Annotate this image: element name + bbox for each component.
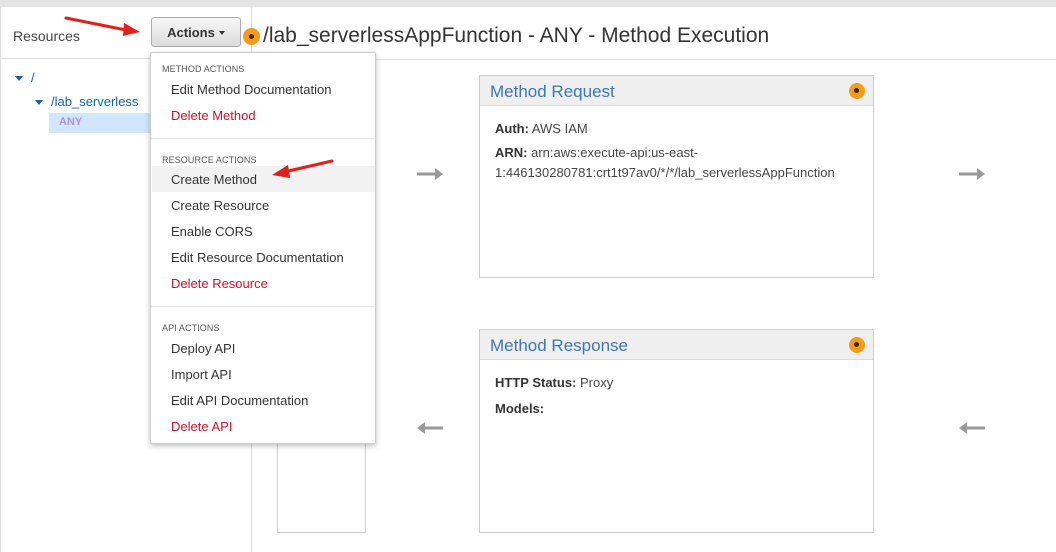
tree-method-label[interactable]: ANY (59, 116, 82, 128)
method-request-card[interactable]: Method Request Auth: AWS IAM ARN: arn:aw… (479, 75, 874, 278)
caret-down-icon[interactable] (35, 100, 43, 106)
menu-section-api-actions: API ACTIONS (162, 323, 220, 333)
menu-item-deploy-api[interactable]: Deploy API (171, 341, 235, 356)
http-status-key: HTTP Status: (495, 375, 577, 390)
arrow-left-icon (416, 421, 444, 435)
menu-item-edit-resource-documentation[interactable]: Edit Resource Documentation (171, 250, 344, 265)
arrow-left-icon (958, 421, 986, 435)
page-title: /lab_serverlessAppFunction - ANY - Metho… (263, 24, 770, 47)
menu-item-import-api[interactable]: Import API (171, 367, 232, 382)
menu-divider (151, 138, 375, 139)
auth-key: Auth: (495, 121, 529, 136)
menu-item-create-resource[interactable]: Create Resource (171, 198, 269, 213)
tree-item-root[interactable]: / (15, 70, 35, 85)
menu-section-method-actions: METHOD ACTIONS (162, 64, 245, 74)
http-status-value: Proxy (580, 375, 614, 390)
arn-value-line1: arn:aws:execute-api:us-east- (531, 145, 699, 160)
tree-resource-label[interactable]: /lab_serverless (51, 94, 138, 109)
client-box (277, 440, 366, 533)
resources-title: Resources (13, 28, 80, 44)
menu-item-delete-api[interactable]: Delete API (171, 419, 232, 434)
arn-row: ARN: arn:aws:execute-api:us-east- (495, 145, 698, 160)
arn-value-line2: 1:446130280781:crt1t97av0/*/*/lab_server… (495, 165, 835, 180)
menu-item-delete-resource[interactable]: Delete Resource (171, 276, 268, 291)
tree-root-label[interactable]: / (31, 70, 35, 85)
actions-button[interactable]: Actions (151, 17, 241, 47)
method-request-title[interactable]: Method Request (490, 82, 615, 102)
menu-item-delete-method[interactable]: Delete Method (171, 108, 256, 123)
method-response-header: Method Response (480, 330, 873, 360)
auth-value: AWS IAM (531, 121, 588, 136)
status-dot-icon (849, 337, 865, 353)
actions-button-label: Actions (167, 24, 215, 40)
caret-down-icon[interactable] (15, 76, 23, 82)
status-dot-icon (849, 83, 865, 99)
tree-item-lab-serverless[interactable]: /lab_serverless (35, 94, 138, 109)
http-status-row: HTTP Status: Proxy (495, 375, 613, 390)
menu-item-create-method[interactable]: Create Method (171, 172, 257, 187)
menu-item-edit-method-documentation[interactable]: Edit Method Documentation (171, 82, 331, 97)
arrow-right-icon (958, 167, 986, 181)
models-key: Models: (495, 401, 545, 416)
top-strip (0, 0, 1056, 7)
page-title-bar: /lab_serverlessAppFunction - ANY - Metho… (243, 24, 769, 48)
arn-row-cont: 1:446130280781:crt1t97av0/*/*/lab_server… (495, 165, 835, 180)
status-dot-icon (243, 27, 260, 45)
menu-divider (151, 306, 375, 307)
menu-section-resource-actions: RESOURCE ACTIONS (162, 155, 257, 165)
menu-item-enable-cors[interactable]: Enable CORS (171, 224, 253, 239)
method-response-card[interactable]: Method Response HTTP Status: Proxy Model… (479, 329, 874, 533)
auth-row: Auth: AWS IAM (495, 121, 588, 136)
chevron-down-icon (218, 31, 225, 35)
method-response-title[interactable]: Method Response (490, 336, 628, 356)
arrow-right-icon (416, 167, 444, 181)
method-request-header: Method Request (480, 76, 873, 106)
menu-item-edit-api-documentation[interactable]: Edit API Documentation (171, 393, 308, 408)
arn-key: ARN: (495, 145, 528, 160)
actions-dropdown-menu: METHOD ACTIONS Edit Method Documentation… (150, 52, 376, 444)
models-row: Models: (495, 401, 544, 416)
